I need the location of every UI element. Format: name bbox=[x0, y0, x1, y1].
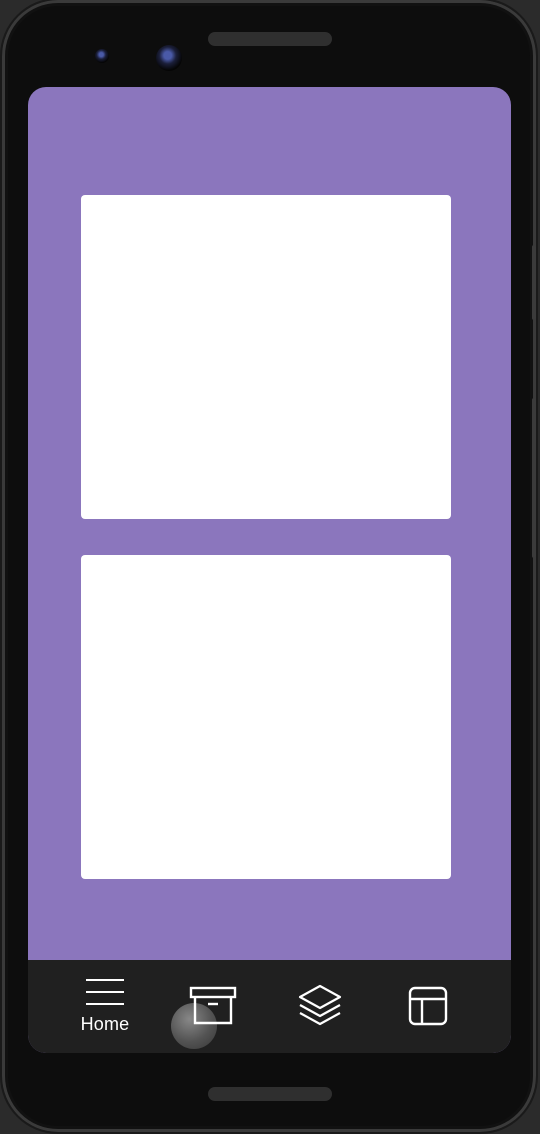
bottom-navigation-bar: Home bbox=[28, 960, 511, 1053]
bottom-speaker bbox=[208, 1087, 332, 1101]
nav-item-layout[interactable] bbox=[373, 960, 483, 1053]
phone-frame: Home bbox=[2, 0, 536, 1132]
archive-icon bbox=[189, 986, 237, 1025]
nav-item-label: Home bbox=[80, 1014, 130, 1034]
layers-icon bbox=[298, 984, 342, 1026]
nav-item-home[interactable]: Home bbox=[50, 960, 160, 1053]
nav-item-archive[interactable] bbox=[158, 960, 268, 1053]
content-card-2[interactable] bbox=[81, 555, 451, 879]
power-button bbox=[532, 245, 536, 320]
content-card-1[interactable] bbox=[81, 195, 451, 519]
nav-item-layers[interactable] bbox=[265, 960, 375, 1053]
front-camera bbox=[156, 45, 182, 71]
volume-button bbox=[532, 398, 536, 558]
app-screen: Home bbox=[28, 87, 511, 1053]
layout-icon bbox=[408, 986, 448, 1026]
earpiece-speaker bbox=[208, 32, 332, 46]
proximity-sensor bbox=[95, 49, 109, 63]
menu-icon bbox=[86, 979, 124, 1005]
